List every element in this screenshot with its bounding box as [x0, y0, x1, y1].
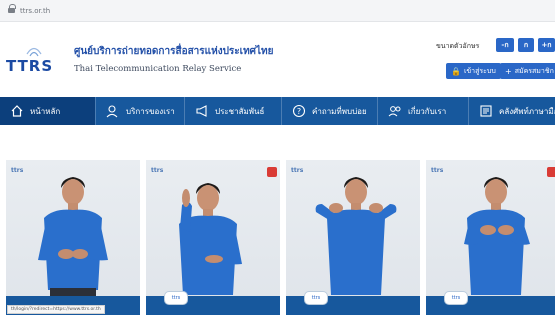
nav-item-about[interactable]: เกี่ยวกับเรา: [378, 97, 468, 125]
video-card[interactable]: ttrs ttrs: [426, 160, 555, 315]
nav-label: เกี่ยวกับเรา: [408, 106, 447, 116]
card-caption-logo: ttrs: [444, 291, 468, 305]
nav-label: ประชาสัมพันธ์: [215, 106, 265, 116]
brand-block: ศูนย์บริการถ่ายทอดการสื่อสารแห่งประเทศไท…: [74, 44, 274, 74]
card-caption-logo: ttrs: [304, 291, 328, 305]
video-card[interactable]: ttrs th/login/?redirect=https://www.ttrs…: [6, 160, 140, 315]
font-size-label: ขนาดตัวอักษร: [436, 42, 480, 50]
font-normal-button[interactable]: ก: [518, 38, 534, 52]
nav-item-faq[interactable]: ? คำถามที่พบบ่อย: [282, 97, 377, 125]
register-label: สมัครสมาชิก: [514, 66, 554, 75]
register-button[interactable]: + สมัครสมาชิก: [500, 63, 555, 79]
logo-text: TTRS: [6, 57, 54, 75]
site-title-thai: ศูนย์บริการถ่ายทอดการสื่อสารแห่งประเทศไท…: [74, 46, 274, 57]
site-title-english: Thai Telecommunication Relay Service: [74, 64, 242, 74]
font-decrease-button[interactable]: -ก: [496, 38, 514, 52]
card-caption-logo: ttrs: [164, 291, 188, 305]
video-card[interactable]: ttrs ttrs: [146, 160, 280, 315]
site-header: TTRS ศูนย์บริการถ่ายทอดการสื่อสารแห่งประ…: [0, 22, 555, 97]
nav-label: คลังศัพท์ภาษามือ: [499, 106, 555, 116]
user-add-icon: +: [505, 66, 512, 76]
status-bar-link: th/login/?redirect=https://www.ttrs.or.t…: [7, 305, 105, 314]
nav-label: หน้าหลัก: [30, 106, 61, 116]
signer-figure: [38, 177, 108, 298]
main-nav: หน้าหลัก บริการของเรา ประชาสัมพันธ์ ? คำ…: [0, 97, 555, 125]
user-search-icon: [106, 104, 120, 118]
question-icon: ?: [292, 104, 306, 118]
signal-waves-icon: [26, 47, 42, 57]
address-url[interactable]: ttrs.or.th: [20, 7, 50, 15]
nav-item-news[interactable]: ประชาสัมพันธ์: [185, 97, 281, 125]
lock-icon: 🔒: [451, 66, 461, 76]
svg-text:?: ?: [297, 107, 301, 116]
browser-address-bar[interactable]: ttrs.or.th: [0, 0, 555, 22]
nav-label: บริการของเรา: [126, 106, 175, 116]
font-increase-button[interactable]: +ก: [538, 38, 555, 52]
lock-icon: [8, 4, 16, 14]
nav-item-sign-dictionary[interactable]: คลังศัพท์ภาษามือ: [469, 97, 555, 125]
nav-item-home[interactable]: หน้าหลัก: [0, 97, 95, 125]
video-card[interactable]: ttrs ttrs: [286, 160, 420, 315]
nav-label: คำถามที่พบบ่อย: [312, 106, 367, 116]
people-icon: [388, 104, 402, 118]
megaphone-icon: [195, 104, 209, 118]
login-label: เข้าสู่ระบบ: [463, 66, 496, 75]
home-icon: [10, 104, 24, 118]
ttrs-logo[interactable]: TTRS: [6, 44, 62, 80]
sign-video-grid: ttrs th/login/?redirect=https://www.ttrs…: [0, 160, 555, 315]
login-button[interactable]: 🔒 เข้าสู่ระบบ: [446, 63, 501, 79]
nav-item-services[interactable]: บริการของเรา: [96, 97, 184, 125]
book-icon: [479, 104, 493, 118]
